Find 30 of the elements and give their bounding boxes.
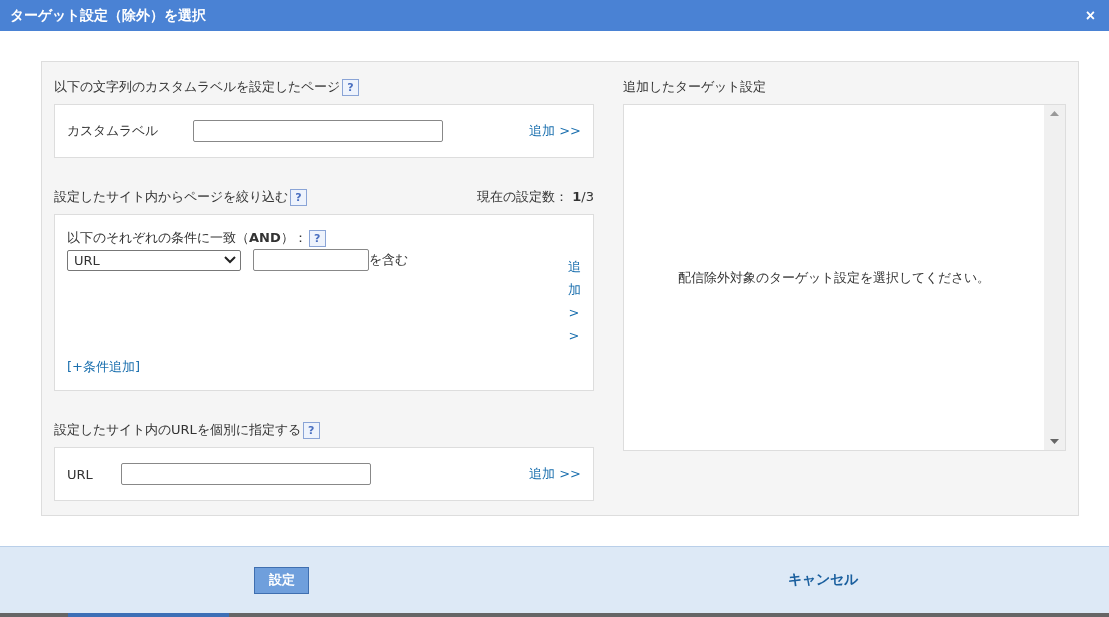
scroll-down-icon[interactable] — [1050, 439, 1059, 444]
close-button[interactable]: × — [1081, 6, 1099, 25]
add-link[interactable]: 追加 >> — [567, 255, 581, 347]
condition-heading: 以下のそれぞれの条件に一致（AND）： — [67, 229, 307, 247]
condition-select[interactable]: URL — [67, 249, 241, 271]
add-link[interactable]: 追加 >> — [529, 122, 581, 140]
scroll-up-icon[interactable] — [1050, 111, 1059, 116]
set-button[interactable]: 設定 — [254, 566, 309, 594]
field-label: URL — [67, 466, 94, 482]
chevron-down-icon — [224, 256, 236, 264]
help-icon[interactable]: ? — [308, 229, 326, 247]
section-heading: 設定したサイト内のURLを個別に指定する — [54, 421, 301, 439]
section-heading: 追加したターゲット設定 — [623, 78, 766, 96]
scrollbar[interactable] — [1044, 105, 1065, 450]
cancel-button[interactable]: キャンセル — [782, 570, 864, 590]
custom-label-input[interactable] — [193, 120, 443, 142]
section-heading: 以下の文字列のカスタムラベルを設定したページ — [54, 78, 340, 96]
section-heading: 設定したサイト内からページを絞り込む — [54, 188, 288, 206]
empty-message: 配信除外対象のターゲット設定を選択してください。 — [678, 268, 990, 287]
help-icon[interactable]: ? — [290, 188, 307, 206]
help-icon[interactable]: ? — [342, 78, 359, 96]
url-input[interactable] — [121, 463, 371, 485]
window-title: ターゲット設定（除外）を選択 — [10, 6, 206, 25]
field-label: カスタムラベル — [67, 122, 159, 140]
setting-count: 現在の設定数： 1/3 — [477, 188, 594, 206]
add-link[interactable]: 追加 >> — [529, 465, 581, 483]
condition-input[interactable] — [253, 249, 369, 271]
add-condition-link[interactable]: [+条件追加] — [67, 358, 141, 376]
condition-suffix: を含む — [369, 251, 408, 269]
help-icon[interactable]: ? — [302, 421, 320, 439]
